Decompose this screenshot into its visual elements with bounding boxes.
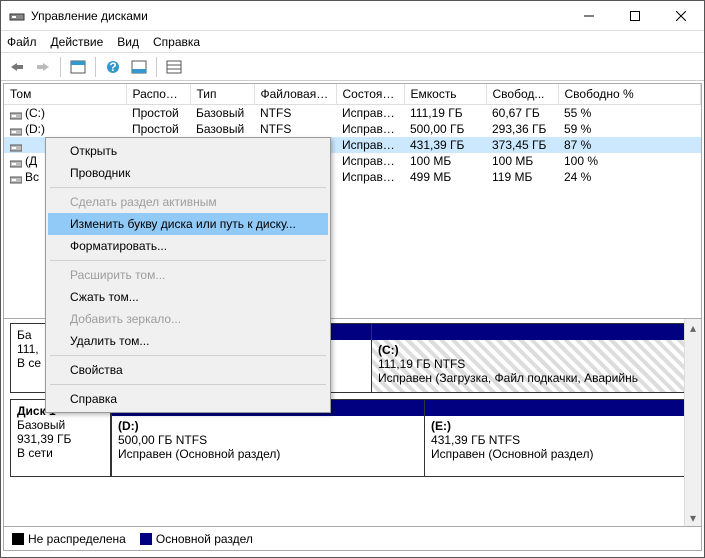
legend: Не распределена Основной раздел xyxy=(4,526,701,550)
menubar: Файл Действие Вид Справка xyxy=(1,31,704,53)
menu-help[interactable]: Справка xyxy=(153,35,200,49)
ctx-change-letter[interactable]: Изменить букву диска или путь к диску... xyxy=(48,213,328,235)
vertical-scrollbar[interactable]: ▴ ▾ xyxy=(684,319,701,526)
help-button[interactable]: ? xyxy=(101,55,125,79)
col-free-pct[interactable]: Свободно % xyxy=(558,84,701,105)
close-button[interactable] xyxy=(658,1,704,31)
drive-icon xyxy=(10,173,22,183)
ctx-delete[interactable]: Удалить том... xyxy=(48,330,328,352)
menu-file[interactable]: Файл xyxy=(7,35,37,49)
col-fs[interactable]: Файловая с... xyxy=(254,84,336,105)
content-area: Том Располо... Тип Файловая с... Состоян… xyxy=(3,83,702,551)
col-capacity[interactable]: Емкость xyxy=(404,84,486,105)
col-layout[interactable]: Располо... xyxy=(126,84,190,105)
ctx-explorer[interactable]: Проводник xyxy=(48,162,328,184)
minimize-button[interactable] xyxy=(566,1,612,31)
menu-action[interactable]: Действие xyxy=(51,35,104,49)
menu-view[interactable]: Вид xyxy=(117,35,139,49)
view-top-button[interactable] xyxy=(66,55,90,79)
ctx-open[interactable]: Открыть xyxy=(48,140,328,162)
disk1-e-part[interactable]: (E:) 431,39 ГБ NTFS Исправен (Основной р… xyxy=(424,400,694,476)
view-list-button[interactable] xyxy=(162,55,186,79)
drive-icon xyxy=(10,125,22,135)
ctx-help[interactable]: Справка xyxy=(48,388,328,410)
col-status[interactable]: Состояние xyxy=(336,84,404,105)
disk0-c-part[interactable]: (C:) 111,19 ГБ NTFS Исправен (Загрузка, … xyxy=(371,324,694,392)
context-menu: Открыть Проводник Сделать раздел активны… xyxy=(45,137,331,413)
col-type[interactable]: Тип xyxy=(190,84,254,105)
legend-unallocated: Не распределена xyxy=(12,532,126,546)
col-free[interactable]: Свобод... xyxy=(486,84,558,105)
ctx-shrink[interactable]: Сжать том... xyxy=(48,286,328,308)
ctx-extend: Расширить том... xyxy=(48,264,328,286)
ctx-format[interactable]: Форматировать... xyxy=(48,235,328,257)
toolbar: ? xyxy=(1,53,704,81)
maximize-button[interactable] xyxy=(612,1,658,31)
titlebar: Управление дисками xyxy=(1,1,704,31)
table-row[interactable]: (C:)ПростойБазовыйNTFSИсправен...111,19 … xyxy=(4,105,701,122)
drive-icon xyxy=(10,141,22,151)
forward-button[interactable] xyxy=(31,55,55,79)
drive-icon xyxy=(10,109,22,119)
col-volume[interactable]: Том xyxy=(4,84,126,105)
scroll-down-icon[interactable]: ▾ xyxy=(685,509,701,526)
disk-mgmt-icon xyxy=(9,8,25,24)
ctx-properties[interactable]: Свойства xyxy=(48,359,328,381)
window-title: Управление дисками xyxy=(31,9,566,23)
ctx-mirror: Добавить зеркало... xyxy=(48,308,328,330)
table-row[interactable]: (D:)ПростойБазовыйNTFSИсправен...500,00 … xyxy=(4,121,701,137)
svg-text:?: ? xyxy=(109,60,116,74)
scroll-up-icon[interactable]: ▴ xyxy=(685,319,701,336)
ctx-make-active: Сделать раздел активным xyxy=(48,191,328,213)
drive-icon xyxy=(10,157,22,167)
back-button[interactable] xyxy=(5,55,29,79)
view-bottom-button[interactable] xyxy=(127,55,151,79)
legend-primary: Основной раздел xyxy=(140,532,253,546)
